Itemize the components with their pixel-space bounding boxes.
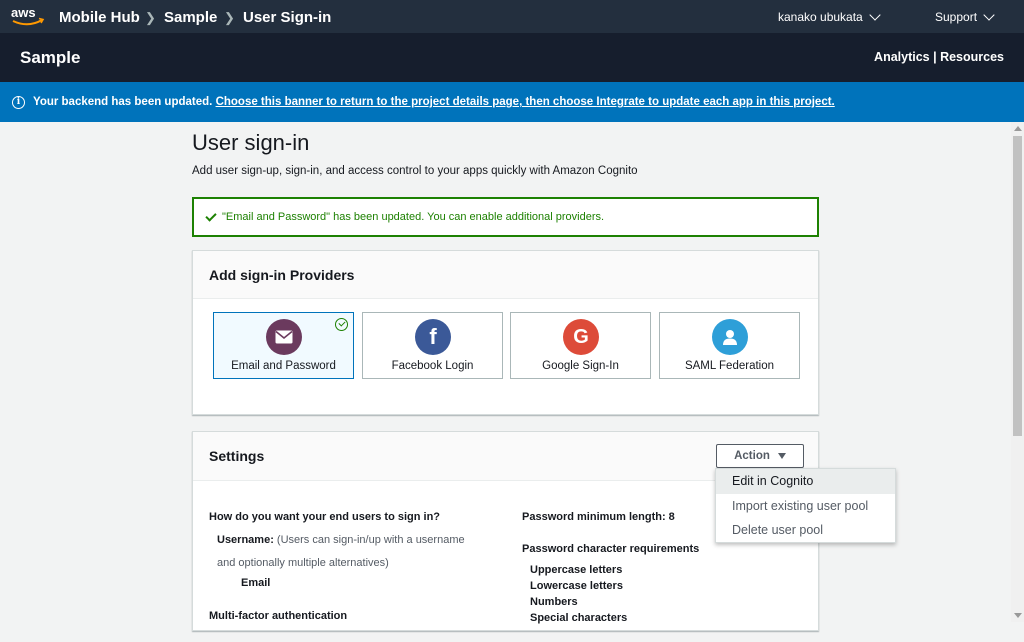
password-min-length: Password minimum length: 8	[522, 511, 675, 523]
page-subtitle: Add user sign-up, sign-in, and access co…	[192, 165, 638, 177]
provider-label: SAML Federation	[684, 360, 775, 372]
provider-label: Google Sign-In	[542, 360, 619, 372]
action-label: Action	[734, 450, 770, 462]
chevron-down-icon	[869, 8, 881, 21]
username-desc-2: and optionally multiple alternatives)	[217, 557, 389, 569]
provider-google-sign-in[interactable]: G Google Sign-In	[510, 312, 651, 379]
project-bar: Sample Analytics | Resources	[0, 33, 1024, 82]
mfa-label: Multi-factor authentication	[209, 610, 348, 622]
provider-facebook-login[interactable]: f Facebook Login	[362, 312, 503, 379]
chevron-down-icon	[983, 8, 995, 21]
info-icon: i	[12, 95, 25, 109]
breadcrumb-separator-icon: ❯	[224, 10, 235, 25]
req-special: Special characters	[530, 612, 628, 624]
breadcrumb-separator-icon: ❯	[145, 10, 156, 25]
vertical-scrollbar[interactable]	[1011, 122, 1024, 622]
banner-text: Your backend has been updated.	[33, 96, 213, 108]
support-menu[interactable]: Support	[935, 8, 995, 24]
top-navigation-bar: aws Mobile Hub ❯ Sample ❯ User Sign-in k…	[0, 0, 1024, 33]
username-label: Username:	[217, 534, 274, 546]
provider-label: Email and Password	[231, 360, 336, 372]
banner-link-text-2: to update each app in this project.	[644, 96, 835, 108]
facebook-icon: f	[415, 319, 451, 355]
scroll-thumb[interactable]	[1013, 136, 1022, 436]
banner-link-text-1: Choose this banner to return to the proj…	[215, 96, 597, 108]
breadcrumb-sample[interactable]: Sample	[164, 9, 217, 26]
user-menu[interactable]: kanako ubukata	[778, 8, 881, 24]
action-button[interactable]: Action	[716, 444, 804, 468]
checkmark-icon	[205, 209, 217, 222]
email-option: Email	[241, 577, 271, 589]
action-dropdown-menu: Edit in Cognito Import existing user poo…	[715, 468, 896, 543]
user-icon	[712, 319, 748, 355]
envelope-icon	[266, 319, 302, 355]
req-uppercase: Uppercase letters	[530, 564, 623, 576]
scroll-up-arrow-icon[interactable]	[1014, 126, 1022, 131]
provider-label: Facebook Login	[391, 360, 474, 372]
sign-in-question: How do you want your end users to sign i…	[209, 511, 441, 523]
username-desc-1: (Users can sign-in/up with a username	[273, 534, 465, 546]
scroll-down-arrow-icon[interactable]	[1014, 613, 1022, 618]
username-option: Username: (Users can sign-in/up with a u…	[217, 534, 465, 546]
update-banner[interactable]: i Your backend has been updated. Choose …	[0, 82, 1024, 122]
providers-heading: Add sign-in Providers	[193, 251, 818, 299]
menu-item-edit-in-cognito[interactable]: Edit in Cognito	[716, 469, 895, 494]
breadcrumb-user-sign-in: User Sign-in	[243, 9, 332, 26]
project-title: Sample	[20, 48, 81, 67]
req-lowercase: Lowercase letters	[530, 580, 623, 592]
selected-check-icon	[335, 318, 348, 331]
password-requirements-label: Password character requirements	[522, 543, 700, 555]
support-label: Support	[935, 10, 978, 24]
banner-link-integrate: Integrate	[596, 96, 645, 108]
aws-logo-icon[interactable]: aws	[10, 4, 46, 28]
success-message: "Email and Password" has been updated. Y…	[222, 211, 605, 223]
menu-item-delete-user-pool[interactable]: Delete user pool	[716, 518, 895, 543]
caret-down-icon	[777, 453, 786, 459]
menu-item-import-user-pool[interactable]: Import existing user pool	[716, 494, 895, 519]
aws-logo-text: aws	[11, 5, 36, 20]
provider-email-password[interactable]: Email and Password	[213, 312, 354, 379]
page-title: User sign-in	[192, 130, 310, 155]
provider-saml-federation[interactable]: SAML Federation	[659, 312, 800, 379]
req-numbers: Numbers	[530, 596, 578, 608]
project-links[interactable]: Analytics | Resources	[874, 50, 1004, 64]
success-alert: "Email and Password" has been updated. Y…	[192, 197, 819, 237]
banner-link[interactable]: Choose this banner to return to the proj…	[216, 96, 835, 108]
user-name: kanako ubukata	[778, 10, 863, 24]
google-icon: G	[563, 319, 599, 355]
providers-panel: Add sign-in Providers Email and Password…	[192, 250, 819, 415]
breadcrumb-mobile-hub[interactable]: Mobile Hub	[59, 9, 140, 26]
